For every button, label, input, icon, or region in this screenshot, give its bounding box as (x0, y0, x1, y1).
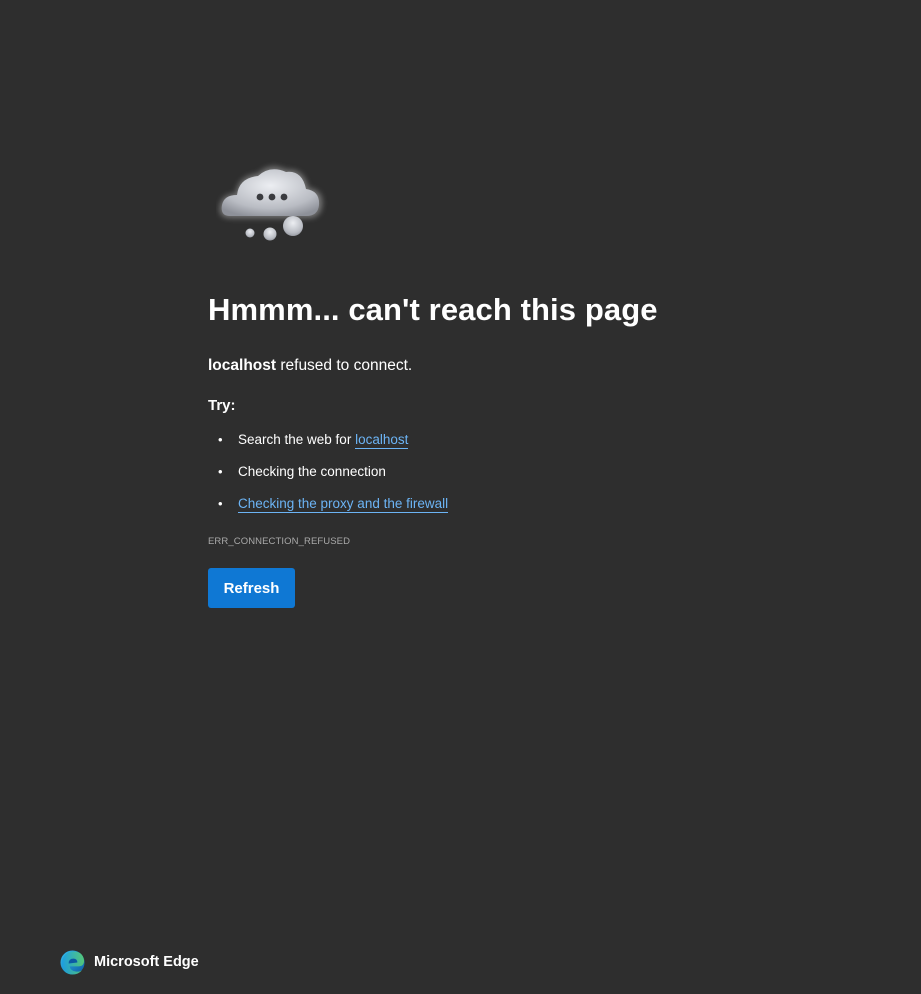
proxy-firewall-link[interactable]: Checking the proxy and the firewall (238, 496, 449, 513)
suggestion-list: • Search the web for localhost • Checkin… (208, 428, 449, 524)
refresh-button[interactable]: Refresh (208, 568, 295, 608)
error-message: localhost refused to connect. (208, 357, 412, 375)
bullet: • (218, 496, 223, 511)
bullet: • (218, 432, 223, 447)
brand-name: Microsoft Edge (94, 954, 199, 970)
page-title: Hmmm... can't reach this page (208, 292, 658, 327)
suggestion-text: Checking the connection (238, 464, 386, 479)
suggestion-text: Search the web for (238, 432, 356, 447)
bullet: • (218, 464, 223, 479)
error-host: localhost (208, 357, 277, 374)
search-localhost-link[interactable]: localhost (355, 432, 409, 449)
suggestion-check-proxy: • Checking the proxy and the firewall (208, 492, 449, 524)
error-message-text: refused to connect. (276, 357, 413, 374)
error-code: ERR_CONNECTION_REFUSED (208, 536, 351, 547)
suggestion-search-web: • Search the web for localhost (208, 428, 448, 460)
error-page: Hmmm... can't reach this page localhost … (0, 0, 921, 994)
edge-logo-icon (60, 949, 85, 975)
brand: Microsoft Edge (60, 949, 199, 975)
cloud-thinking-icon (219, 166, 323, 241)
suggestion-check-connection: • Checking the connection (208, 460, 448, 492)
try-label: Try: (208, 397, 236, 414)
